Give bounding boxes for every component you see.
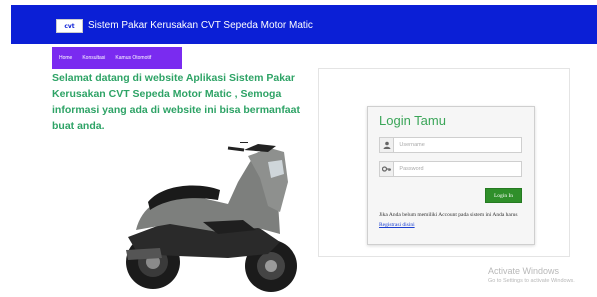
site-header: cvt Sistem Pakar Kerusakan CVT Sepeda Mo…	[11, 5, 597, 44]
username-input[interactable]	[394, 138, 521, 152]
login-form: Login Tamu Login In Jika Anda belum memi…	[367, 106, 535, 245]
password-input[interactable]	[394, 162, 521, 176]
nav-item-kamus-otomotif[interactable]: Kamus Otomotif	[115, 55, 151, 61]
key-icon	[380, 162, 395, 176]
watermark-line1: Activate Windows	[488, 266, 560, 276]
login-button[interactable]: Login In	[485, 188, 522, 203]
nav-item-konsultasi[interactable]: Konsultasi	[82, 55, 105, 61]
registration-note-text: Jika Anda belum memiliki Account pada si…	[379, 212, 518, 218]
password-field	[379, 161, 522, 177]
nav-bar: Home Konsultasi Kamus Otomotif	[52, 47, 182, 69]
watermark-line2: Go to Settings to activate Windows.	[488, 278, 575, 284]
registration-note: Jika Anda belum memiliki Account pada si…	[379, 210, 529, 230]
login-title: Login Tamu	[379, 113, 446, 128]
register-link[interactable]: Registrasi disini	[379, 222, 415, 228]
scooter-image	[126, 142, 297, 292]
username-field	[379, 137, 522, 153]
user-icon	[380, 138, 395, 152]
activate-windows-watermark: Activate Windows Go to Settings to activ…	[488, 266, 575, 285]
site-logo[interactable]: cvt	[56, 19, 83, 33]
site-title: Sistem Pakar Kerusakan CVT Sepeda Motor …	[88, 20, 313, 31]
welcome-message: Selamat datang di website Aplikasi Siste…	[52, 72, 300, 132]
nav-item-home[interactable]: Home	[59, 55, 72, 61]
